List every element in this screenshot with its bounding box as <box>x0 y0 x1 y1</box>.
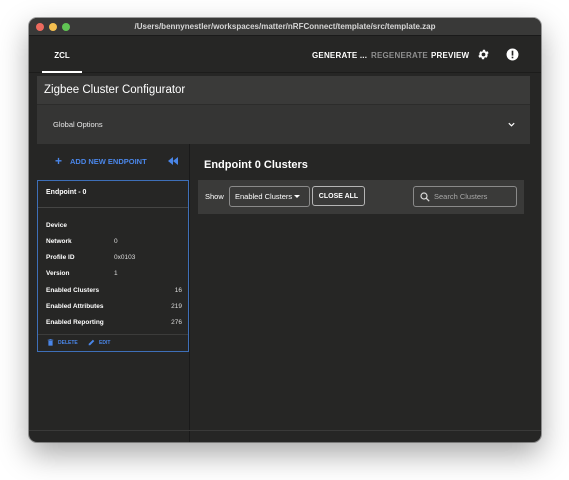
pencil-icon <box>88 339 95 346</box>
enabled-reporting-value: 276 <box>171 319 182 326</box>
search-icon <box>420 192 430 202</box>
divider <box>38 334 188 335</box>
window-controls <box>36 23 70 31</box>
close-all-button[interactable]: CLOSE ALL <box>312 186 365 206</box>
trash-icon <box>47 339 54 346</box>
show-label: Show <box>205 192 224 201</box>
page-title: Zigbee Cluster Configurator <box>37 76 530 104</box>
endpoint-title: Endpoint - 0 <box>46 189 87 196</box>
generate-button[interactable]: GENERATE ... <box>312 37 367 73</box>
version-label: Version <box>46 270 70 277</box>
enabled-reporting-label: Enabled Reporting <box>46 319 104 326</box>
regenerate-button[interactable]: REGENERATE <box>371 37 428 73</box>
device-row: Device <box>46 222 182 229</box>
window-title: /Users/bennynestler/workspaces/matter/nR… <box>134 22 436 31</box>
minimize-window-button[interactable] <box>49 23 57 31</box>
clusters-heading: Endpoint 0 Clusters <box>204 159 308 171</box>
enabled-clusters-row: Enabled Clusters 16 <box>46 287 182 294</box>
close-window-button[interactable] <box>36 23 44 31</box>
network-value: 0 <box>114 238 118 245</box>
tab-zcl[interactable]: ZCL <box>42 37 82 73</box>
gear-icon[interactable] <box>477 48 490 61</box>
top-toolbar: ZCL GENERATE ... REGENERATE PREVIEW <box>29 37 541 73</box>
enabled-clusters-value: 16 <box>174 287 182 294</box>
global-options-expander[interactable]: Global Options <box>37 104 530 144</box>
global-options-label: Global Options <box>53 120 103 129</box>
search-field[interactable] <box>413 186 517 207</box>
collapse-sidebar-icon[interactable] <box>168 157 178 165</box>
version-value: 1 <box>114 270 118 277</box>
delete-label: DELETE <box>58 339 78 346</box>
add-endpoint-label: ADD NEW ENDPOINT <box>70 156 147 166</box>
profile-row: Profile ID 0x0103 <box>46 254 182 261</box>
plus-icon: + <box>55 154 63 168</box>
caret-down-icon <box>294 195 300 198</box>
enabled-attributes-value: 219 <box>171 303 182 310</box>
app-window: /Users/bennynestler/workspaces/matter/nR… <box>29 18 541 442</box>
add-new-endpoint-button[interactable]: + ADD NEW ENDPOINT <box>55 155 147 167</box>
version-row: Version 1 <box>46 270 182 277</box>
profile-value: 0x0103 <box>114 254 136 261</box>
chevron-down-icon <box>508 122 515 127</box>
enabled-attributes-row: Enabled Attributes 219 <box>46 303 182 310</box>
edit-endpoint-button[interactable]: EDIT <box>88 339 110 346</box>
enabled-attributes-label: Enabled Attributes <box>46 303 104 310</box>
preview-button[interactable]: PREVIEW <box>431 37 469 73</box>
alert-icon[interactable] <box>506 48 519 61</box>
profile-label: Profile ID <box>46 254 75 261</box>
delete-endpoint-button[interactable]: DELETE <box>47 339 78 346</box>
divider <box>38 207 188 208</box>
cluster-filter-select[interactable]: Enabled Clusters <box>229 186 310 207</box>
enabled-reporting-row: Enabled Reporting 276 <box>46 319 182 326</box>
cluster-filter-value: Enabled Clusters <box>235 192 293 201</box>
cluster-filter-bar: Show Enabled Clusters CLOSE ALL <box>198 180 524 214</box>
title-bar: /Users/bennynestler/workspaces/matter/nR… <box>29 18 541 36</box>
endpoint-card[interactable]: Endpoint - 0 Device Network 0 Profile ID… <box>37 180 189 352</box>
network-row: Network 0 <box>46 238 182 245</box>
network-label: Network <box>46 238 72 245</box>
device-label: Device <box>46 222 67 229</box>
divider <box>29 430 541 431</box>
search-input[interactable] <box>434 192 512 201</box>
edit-label: EDIT <box>99 339 111 346</box>
enabled-clusters-label: Enabled Clusters <box>46 287 100 294</box>
endpoint-sidebar: + ADD NEW ENDPOINT Endpoint - 0 Device N… <box>37 144 190 442</box>
maximize-window-button[interactable] <box>62 23 70 31</box>
